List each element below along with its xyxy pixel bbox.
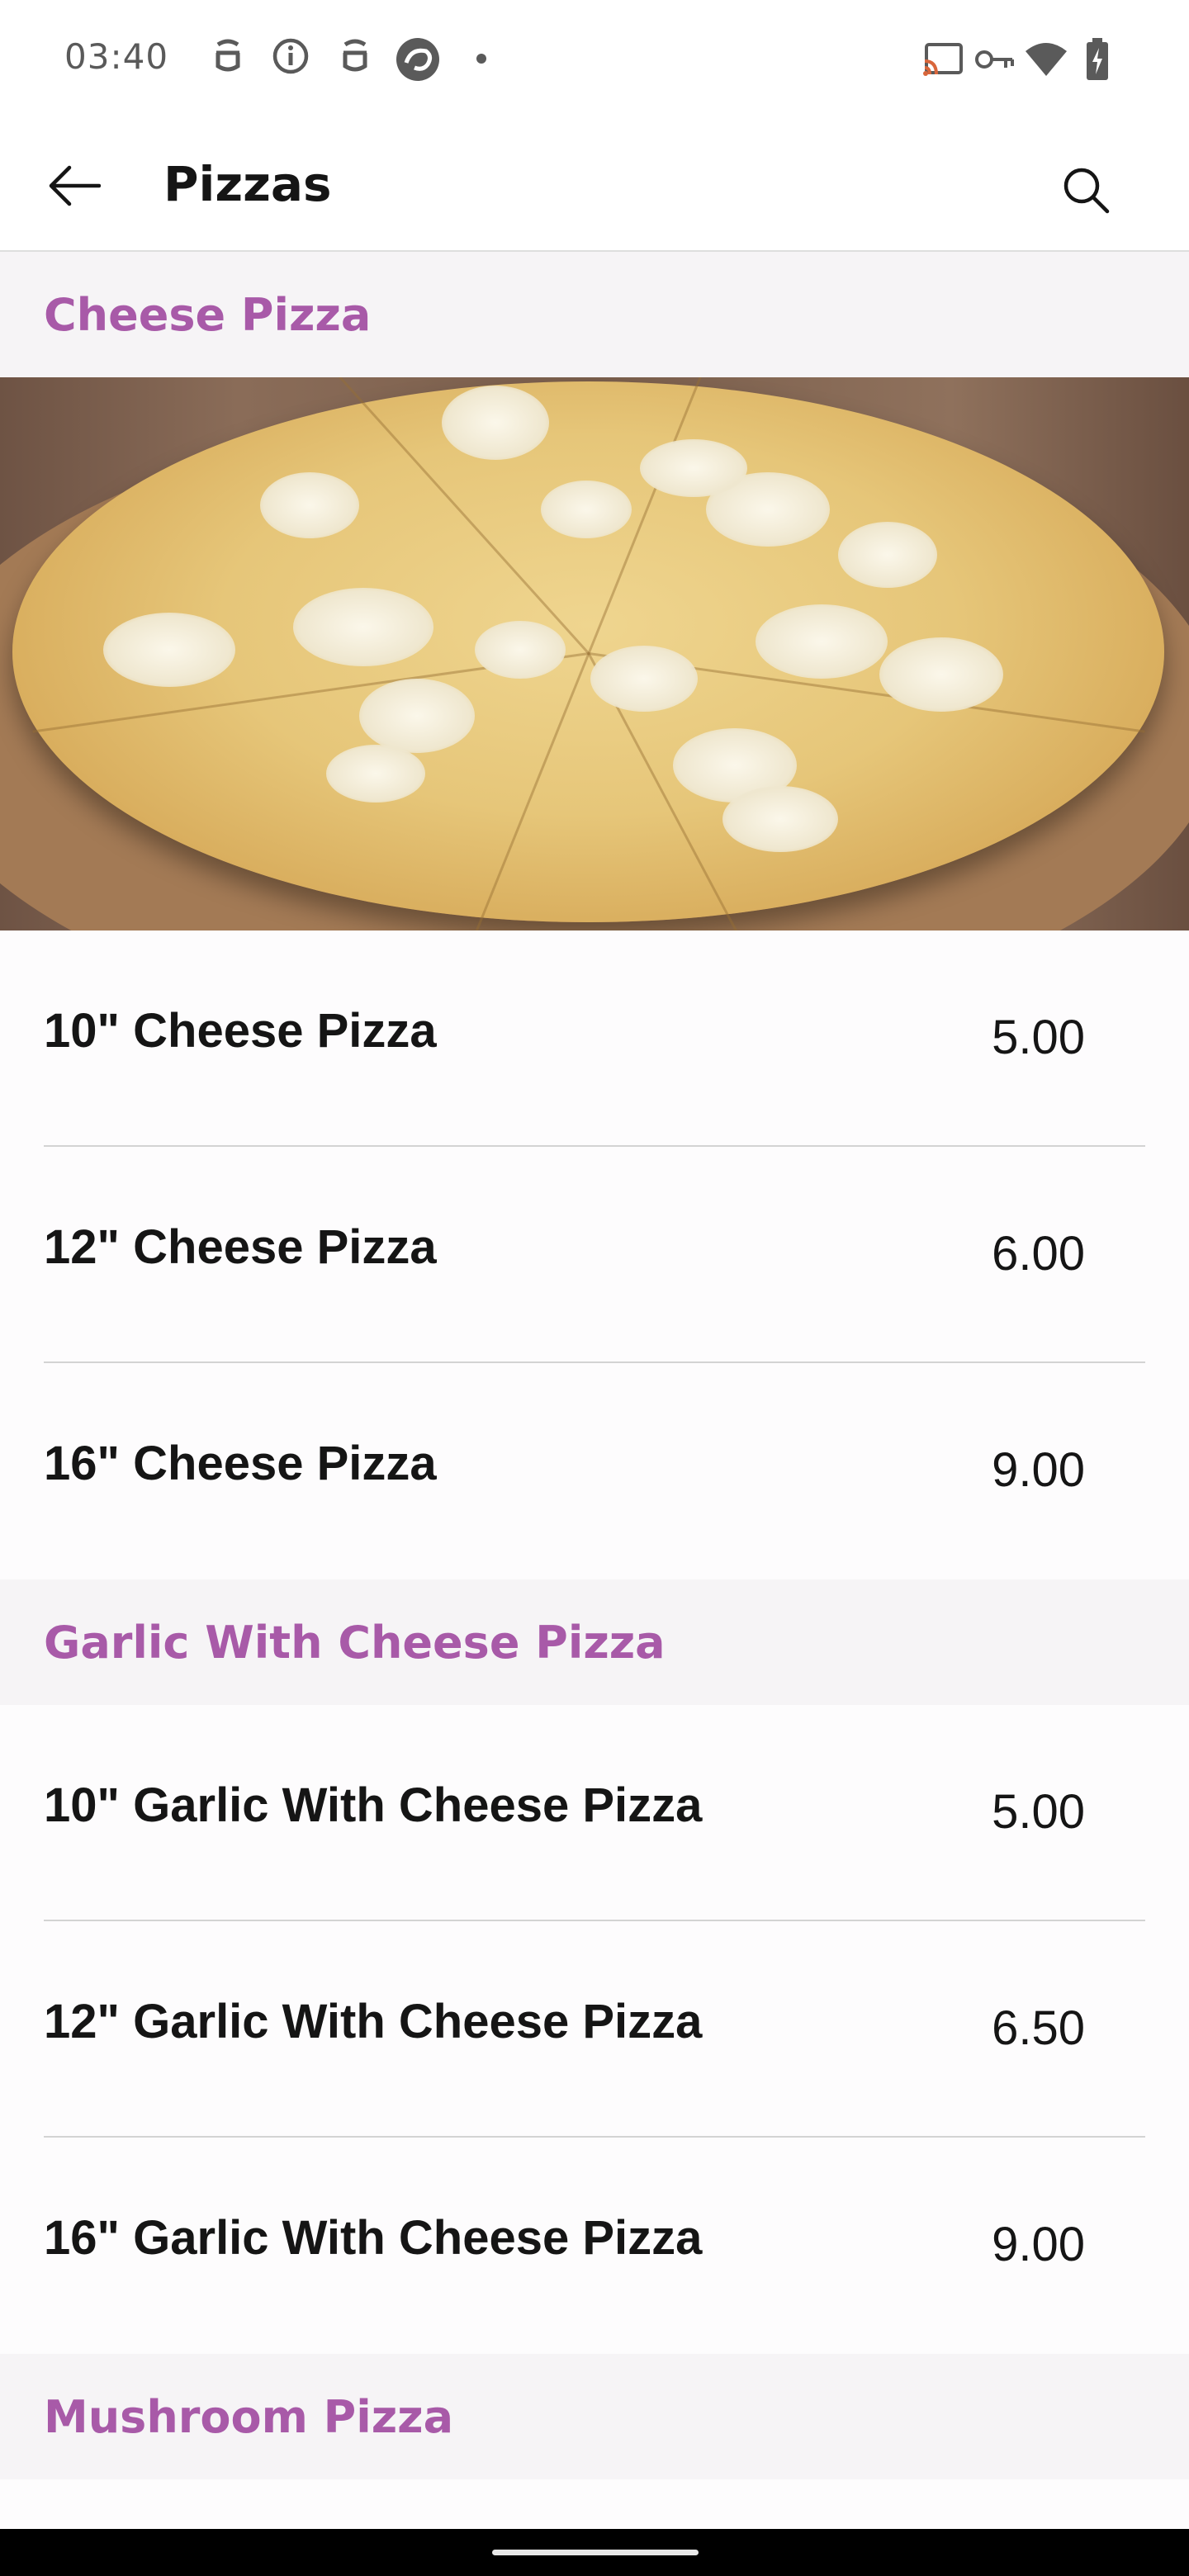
wifi-icon	[1024, 41, 1068, 82]
item-price: 5.00	[992, 1011, 1085, 1064]
item-price: 9.00	[992, 2218, 1085, 2271]
item-name: 16" Garlic With Cheese Pizza	[44, 2211, 703, 2265]
item-price: 6.00	[992, 1227, 1085, 1281]
status-time: 03:40	[64, 36, 169, 77]
section-title: Cheese Pizza	[44, 288, 372, 341]
menu-item[interactable]: 12" Cheese Pizza 6.00	[0, 1147, 1189, 1363]
menu-item[interactable]: 10" Cheese Pizza 5.00	[0, 930, 1189, 1147]
item-name: 12" Cheese Pizza	[44, 1220, 437, 1274]
dot-icon	[476, 53, 487, 69]
section-header-mushroom-pizza: Mushroom Pizza	[0, 2354, 1189, 2479]
menu-list[interactable]: Cheese Pizza 10" Cheese Pizza 5.00 12" C…	[0, 252, 1189, 2479]
search-button[interactable]	[1049, 153, 1123, 227]
battery-charging-icon	[1085, 38, 1110, 85]
app-bar: Pizzas	[0, 120, 1189, 252]
item-price: 6.50	[992, 2001, 1085, 2055]
section-header-garlic-with-cheese-pizza: Garlic With Cheese Pizza	[0, 1579, 1189, 1705]
cast-icon	[921, 41, 964, 82]
item-name: 16" Cheese Pizza	[44, 1437, 437, 1490]
menu-item[interactable]: 10" Garlic With Cheese Pizza 5.00	[0, 1705, 1189, 1921]
status-bar: 03:40	[0, 0, 1189, 120]
page-title: Pizzas	[163, 156, 332, 212]
section-header-cheese-pizza: Cheese Pizza	[0, 252, 1189, 377]
menu-item[interactable]: 16" Garlic With Cheese Pizza 9.00	[0, 2138, 1189, 2354]
notification-app-icon	[210, 36, 246, 80]
info-icon	[271, 36, 310, 80]
pizza-illustration	[12, 377, 1164, 930]
section-title: Garlic With Cheese Pizza	[44, 1616, 666, 1669]
item-price: 9.00	[992, 1443, 1085, 1497]
home-gesture-handle[interactable]	[492, 2550, 699, 2555]
menu-item[interactable]: 16" Cheese Pizza 9.00	[0, 1363, 1189, 1579]
item-name: 10" Garlic With Cheese Pizza	[44, 1778, 703, 1832]
section-title: Mushroom Pizza	[44, 2390, 454, 2443]
item-price: 5.00	[992, 1785, 1085, 1839]
menu-item[interactable]: 12" Garlic With Cheese Pizza 6.50	[0, 1921, 1189, 2138]
search-icon	[1063, 168, 1110, 214]
back-button[interactable]	[33, 153, 116, 219]
vpn-key-icon	[974, 46, 1016, 77]
item-name: 10" Cheese Pizza	[44, 1004, 437, 1058]
arrow-left-icon	[49, 165, 101, 206]
cheese-pizza-image	[0, 377, 1189, 930]
system-navigation-bar	[0, 2529, 1189, 2576]
item-name: 12" Garlic With Cheese Pizza	[44, 1995, 703, 2048]
browser-app-icon	[395, 36, 441, 87]
notification-app-icon	[337, 36, 373, 80]
